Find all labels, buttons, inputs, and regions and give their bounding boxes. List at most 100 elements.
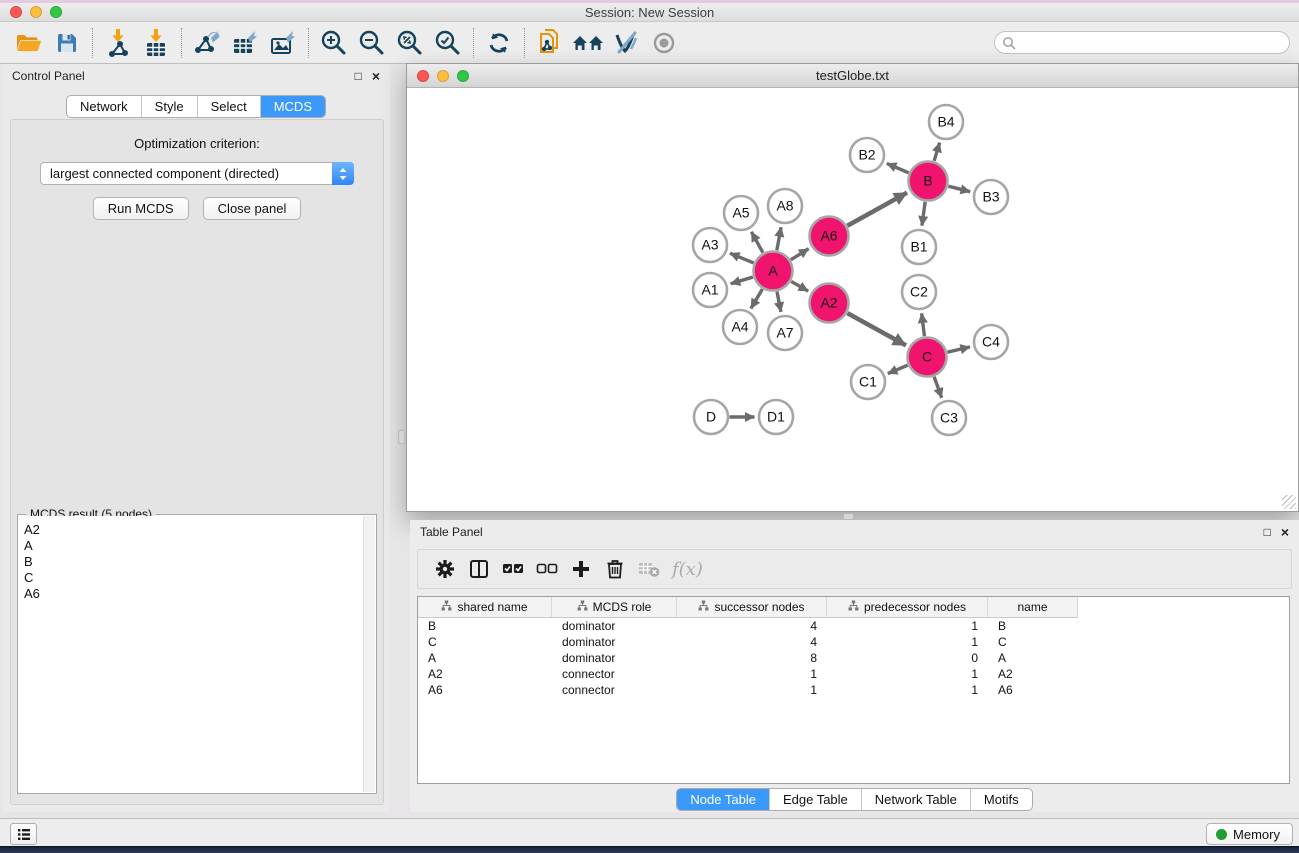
graph-node-A1[interactable]: A1 [693, 273, 727, 307]
mcds-result-item[interactable]: A [19, 538, 363, 554]
vertical-split-grip[interactable] [398, 430, 405, 444]
graph-node-B[interactable]: B [909, 162, 948, 201]
graph-edge-A-A4[interactable] [751, 289, 762, 308]
mcds-result-item[interactable]: A2 [19, 522, 363, 538]
table-cell[interactable]: 8 [677, 651, 827, 665]
graph-edge-C-C4[interactable] [947, 347, 970, 352]
graph-edge-C-C3[interactable] [934, 377, 942, 398]
export-table-button[interactable] [226, 26, 264, 60]
add-column-button[interactable] [564, 554, 598, 584]
table-cell[interactable]: C [418, 635, 552, 649]
graph-edge-A-A7[interactable] [777, 292, 781, 312]
import-network-button[interactable] [99, 26, 137, 60]
column-header-shared-name[interactable]: shared name [418, 597, 552, 618]
zoom-selected-button[interactable] [429, 26, 467, 60]
table-cell[interactable]: 1 [827, 667, 988, 681]
graph-edge-A2-C[interactable] [847, 313, 906, 345]
graph-edge-A-A8[interactable] [777, 227, 781, 250]
table-cell[interactable]: 1 [827, 635, 988, 649]
graph-node-A8[interactable]: A8 [768, 189, 802, 223]
table-row[interactable]: Cdominator41C [418, 634, 1289, 650]
column-header-name[interactable]: name [988, 597, 1078, 618]
close-panel-button[interactable]: Close panel [203, 197, 302, 220]
refresh-view-button[interactable] [480, 26, 518, 60]
graph-node-B1[interactable]: B1 [902, 230, 936, 264]
network-window-titlebar[interactable]: testGlobe.txt [407, 64, 1298, 88]
graph-edge-B-B3[interactable] [948, 186, 970, 192]
graph-edge-C-C1[interactable] [888, 365, 908, 373]
table-row[interactable]: A2connector11A2 [418, 666, 1289, 682]
table-cell[interactable]: 1 [827, 619, 988, 633]
zoom-out-button[interactable] [353, 26, 391, 60]
graph-node-C2[interactable]: C2 [902, 275, 936, 309]
open-session-button[interactable] [10, 26, 48, 60]
table-cell[interactable]: A6 [988, 683, 1078, 697]
tab-style[interactable]: Style [141, 96, 197, 117]
delete-columns-button[interactable] [598, 554, 632, 584]
table-cell[interactable]: connector [552, 667, 677, 681]
graph-node-B4[interactable]: B4 [929, 105, 963, 139]
network-canvas[interactable]: B4B2BB3A5A8A6A3B1AA1C2A2A4A7C4CC1C3DD1 [407, 88, 1298, 511]
graph-node-A3[interactable]: A3 [693, 228, 727, 262]
clone-network-button[interactable] [531, 26, 569, 60]
graph-node-C4[interactable]: C4 [974, 325, 1008, 359]
function-builder-button[interactable]: f(x) [672, 559, 703, 580]
graph-node-A7[interactable]: A7 [768, 316, 802, 350]
graph-edge-A6-B[interactable] [847, 193, 907, 226]
export-image-button[interactable] [264, 26, 302, 60]
deselect-all-rows-button[interactable] [530, 554, 564, 584]
table-cell[interactable]: dominator [552, 635, 677, 649]
mcds-result-item[interactable]: B [19, 554, 363, 570]
window-resize-grip[interactable] [1282, 495, 1296, 509]
table-cell[interactable]: B [988, 619, 1078, 633]
tab-mcds[interactable]: MCDS [260, 96, 325, 117]
table-options-button[interactable] [428, 554, 462, 584]
toolbar-search-field[interactable] [994, 31, 1290, 54]
hide-graphics-details-button[interactable] [607, 26, 645, 60]
criterion-dropdown[interactable]: largest connected component (directed) [40, 162, 354, 185]
mcds-result-item[interactable]: C [19, 570, 363, 586]
graph-edge-A-A5[interactable] [751, 232, 762, 253]
table-cell[interactable]: 4 [677, 619, 827, 633]
show-hide-annotations-button[interactable] [645, 26, 683, 60]
table-cell[interactable]: 1 [827, 683, 988, 697]
horizontal-split-grip[interactable] [843, 513, 854, 520]
table-cell[interactable]: 1 [677, 683, 827, 697]
table-row[interactable]: A6connector11A6 [418, 682, 1289, 698]
node-table[interactable]: shared nameMCDS rolesuccessor nodesprede… [417, 596, 1290, 784]
close-table-panel-icon[interactable]: × [1281, 525, 1289, 539]
search-input[interactable] [1016, 32, 1289, 53]
table-cell[interactable]: dominator [552, 651, 677, 665]
graph-node-A5[interactable]: A5 [724, 196, 758, 230]
graph-node-C[interactable]: C [908, 338, 947, 377]
graph-node-C1[interactable]: C1 [851, 365, 885, 399]
tab-select[interactable]: Select [197, 96, 260, 117]
table-cell[interactable]: dominator [552, 619, 677, 633]
graph-node-A[interactable]: A [754, 252, 793, 291]
table-cell[interactable]: A6 [418, 683, 552, 697]
mcds-result-item[interactable]: A6 [19, 586, 363, 602]
tab-network-table[interactable]: Network Table [861, 789, 970, 810]
graph-edge-A-A6[interactable] [791, 249, 809, 260]
table-row[interactable]: Adominator80A [418, 650, 1289, 666]
graph-node-B3[interactable]: B3 [974, 180, 1008, 214]
table-cell[interactable]: 1 [677, 667, 827, 681]
column-visibility-button[interactable] [462, 554, 496, 584]
graph-edge-B-B1[interactable] [922, 202, 925, 226]
graph-edge-B-B4[interactable] [934, 143, 940, 161]
table-cell[interactable]: connector [552, 683, 677, 697]
graph-edge-A-A1[interactable] [731, 277, 753, 284]
float-table-panel-icon[interactable]: □ [1264, 526, 1271, 538]
graph-edge-A-A3[interactable] [730, 253, 754, 263]
table-row[interactable]: Bdominator41B [418, 618, 1289, 634]
mcds-result-list[interactable]: A2ABCA6 [19, 516, 363, 792]
graph-node-B2[interactable]: B2 [850, 138, 884, 172]
memory-button[interactable]: Memory [1206, 823, 1293, 845]
export-network-button[interactable] [188, 26, 226, 60]
graph-node-A6[interactable]: A6 [810, 217, 849, 256]
result-list-scrollbar[interactable] [363, 516, 375, 792]
table-cell[interactable]: C [988, 635, 1078, 649]
import-table-button[interactable] [137, 26, 175, 60]
graph-node-D1[interactable]: D1 [759, 400, 793, 434]
table-cell[interactable]: A [418, 651, 552, 665]
